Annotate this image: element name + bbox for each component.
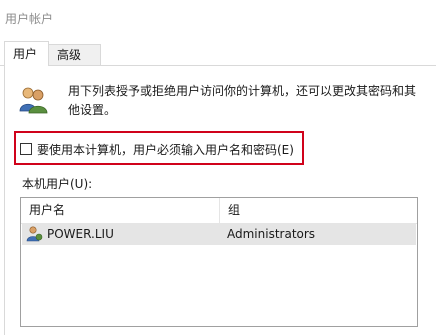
users-icon: [19, 87, 48, 114]
tab-advanced[interactable]: 高级: [49, 44, 101, 65]
description-text: 用下列表授予或拒绝用户访问你的计算机，还可以更改其密码和其他设置。: [68, 84, 417, 117]
local-users-label: 本机用户(U):: [22, 177, 93, 191]
tab-users[interactable]: 用户: [4, 41, 49, 66]
cell-username: POWER.LIU: [47, 227, 114, 241]
window-title: 用户帐户: [5, 12, 54, 26]
table-row[interactable]: POWER.LIU Administrators: [22, 223, 416, 245]
column-header-group[interactable]: 组: [219, 198, 417, 223]
require-password-checkbox[interactable]: [20, 143, 32, 155]
listview-header: 用户名 组: [21, 198, 417, 224]
users-listview[interactable]: 用户名 组 POWER.LIU Administrators: [20, 197, 418, 327]
cell-group: Administrators: [227, 227, 316, 241]
column-header-username[interactable]: 用户名: [21, 198, 219, 223]
require-password-label[interactable]: 要使用本计算机，用户必须输入用户名和密码(E): [37, 141, 294, 158]
tab-strip: 用户 高级: [0, 40, 436, 66]
user-accounts-window: 用户帐户 用户 高级 用下列表授予或拒绝用户访问你的计算机，还可以更改其密码和其…: [0, 0, 436, 335]
user-icon: [26, 226, 43, 242]
